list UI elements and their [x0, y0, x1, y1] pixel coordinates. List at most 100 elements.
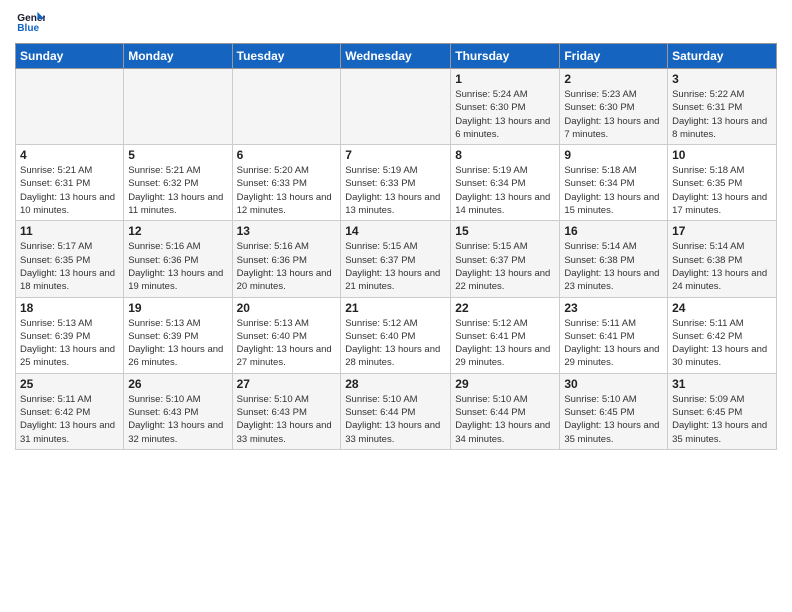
day-number: 19 [128, 301, 227, 315]
day-info: Sunrise: 5:20 AM Sunset: 6:33 PM Dayligh… [237, 164, 337, 217]
header: General Blue [15, 10, 777, 37]
calendar-header-friday: Friday [560, 44, 668, 69]
calendar-cell: 1 Sunrise: 5:24 AM Sunset: 6:30 PM Daylig… [451, 69, 560, 145]
calendar-header-saturday: Saturday [668, 44, 777, 69]
day-number: 5 [128, 148, 227, 162]
calendar-cell: 5 Sunrise: 5:21 AM Sunset: 6:32 PM Daylig… [124, 145, 232, 221]
calendar-cell: 12 Sunrise: 5:16 AM Sunset: 6:36 PM Dayli… [124, 221, 232, 297]
day-number: 8 [455, 148, 555, 162]
calendar-header-thursday: Thursday [451, 44, 560, 69]
day-number: 25 [20, 377, 119, 391]
day-info: Sunrise: 5:10 AM Sunset: 6:44 PM Dayligh… [455, 393, 555, 446]
logo-image: General Blue [15, 10, 45, 37]
calendar-cell: 30 Sunrise: 5:10 AM Sunset: 6:45 PM Dayli… [560, 373, 668, 449]
calendar-cell: 20Sunrise: 5:13 AM Sunset: 6:40 PM Dayli… [232, 297, 341, 373]
calendar-cell: 3 Sunrise: 5:22 AM Sunset: 6:31 PM Daylig… [668, 69, 777, 145]
day-info: Sunrise: 5:12 AM Sunset: 6:41 PM Dayligh… [455, 317, 555, 370]
day-number: 13 [237, 224, 337, 238]
day-number: 31 [672, 377, 772, 391]
calendar-header-sunday: Sunday [16, 44, 124, 69]
day-info: Sunrise: 5:17 AM Sunset: 6:35 PM Dayligh… [20, 240, 119, 293]
day-info: Sunrise: 5:10 AM Sunset: 6:43 PM Dayligh… [128, 393, 227, 446]
day-info: Sunrise: 5:18 AM Sunset: 6:35 PM Dayligh… [672, 164, 772, 217]
day-info: Sunrise: 5:24 AM Sunset: 6:30 PM Dayligh… [455, 88, 555, 141]
day-info: Sunrise: 5:19 AM Sunset: 6:34 PM Dayligh… [455, 164, 555, 217]
day-info: Sunrise: 5:21 AM Sunset: 6:32 PM Dayligh… [128, 164, 227, 217]
svg-text:Blue: Blue [17, 23, 39, 32]
calendar-cell: 7 Sunrise: 5:19 AM Sunset: 6:33 PM Daylig… [341, 145, 451, 221]
day-number: 23 [564, 301, 663, 315]
day-number: 24 [672, 301, 772, 315]
day-info: Sunrise: 5:14 AM Sunset: 6:38 PM Dayligh… [564, 240, 663, 293]
day-number: 1 [455, 72, 555, 86]
calendar-cell: 22 Sunrise: 5:12 AM Sunset: 6:41 PM Dayli… [451, 297, 560, 373]
calendar-cell: 11Sunrise: 5:17 AM Sunset: 6:35 PM Dayli… [16, 221, 124, 297]
calendar-cell [16, 69, 124, 145]
calendar-cell: 21Sunrise: 5:12 AM Sunset: 6:40 PM Dayli… [341, 297, 451, 373]
day-number: 6 [237, 148, 337, 162]
calendar-header-wednesday: Wednesday [341, 44, 451, 69]
day-info: Sunrise: 5:10 AM Sunset: 6:44 PM Dayligh… [345, 393, 446, 446]
calendar-cell: 16 Sunrise: 5:14 AM Sunset: 6:38 PM Dayli… [560, 221, 668, 297]
day-info: Sunrise: 5:15 AM Sunset: 6:37 PM Dayligh… [345, 240, 446, 293]
calendar-cell [124, 69, 232, 145]
calendar-cell: 27 Sunrise: 5:10 AM Sunset: 6:43 PM Dayli… [232, 373, 341, 449]
calendar-header-tuesday: Tuesday [232, 44, 341, 69]
day-number: 10 [672, 148, 772, 162]
day-number: 7 [345, 148, 446, 162]
day-info: Sunrise: 5:16 AM Sunset: 6:36 PM Dayligh… [128, 240, 227, 293]
calendar-cell: 14 Sunrise: 5:15 AM Sunset: 6:37 PM Dayli… [341, 221, 451, 297]
calendar-cell [341, 69, 451, 145]
day-number: 3 [672, 72, 772, 86]
day-number: 21 [345, 301, 446, 315]
day-info: Sunrise: 5:15 AM Sunset: 6:37 PM Dayligh… [455, 240, 555, 293]
day-info: Sunrise: 5:10 AM Sunset: 6:45 PM Dayligh… [564, 393, 663, 446]
calendar-cell: 28Sunrise: 5:10 AM Sunset: 6:44 PM Dayli… [341, 373, 451, 449]
day-info: Sunrise: 5:09 AM Sunset: 6:45 PM Dayligh… [672, 393, 772, 446]
calendar-week-row: 11Sunrise: 5:17 AM Sunset: 6:35 PM Dayli… [16, 221, 777, 297]
day-number: 20 [237, 301, 337, 315]
calendar-cell: 25 Sunrise: 5:11 AM Sunset: 6:42 PM Dayli… [16, 373, 124, 449]
day-number: 12 [128, 224, 227, 238]
day-number: 15 [455, 224, 555, 238]
calendar-cell: 24Sunrise: 5:11 AM Sunset: 6:42 PM Dayli… [668, 297, 777, 373]
day-info: Sunrise: 5:10 AM Sunset: 6:43 PM Dayligh… [237, 393, 337, 446]
day-info: Sunrise: 5:13 AM Sunset: 6:39 PM Dayligh… [20, 317, 119, 370]
calendar-week-row: 18 Sunrise: 5:13 AM Sunset: 6:39 PM Dayli… [16, 297, 777, 373]
day-info: Sunrise: 5:22 AM Sunset: 6:31 PM Dayligh… [672, 88, 772, 141]
calendar-table: SundayMondayTuesdayWednesdayThursdayFrid… [15, 43, 777, 450]
day-number: 4 [20, 148, 119, 162]
calendar-cell: 10 Sunrise: 5:18 AM Sunset: 6:35 PM Dayli… [668, 145, 777, 221]
calendar-cell: 31 Sunrise: 5:09 AM Sunset: 6:45 PM Dayli… [668, 373, 777, 449]
day-number: 9 [564, 148, 663, 162]
calendar-week-row: 25 Sunrise: 5:11 AM Sunset: 6:42 PM Dayli… [16, 373, 777, 449]
day-info: Sunrise: 5:11 AM Sunset: 6:42 PM Dayligh… [20, 393, 119, 446]
calendar-header-row: SundayMondayTuesdayWednesdayThursdayFrid… [16, 44, 777, 69]
day-number: 27 [237, 377, 337, 391]
day-info: Sunrise: 5:23 AM Sunset: 6:30 PM Dayligh… [564, 88, 663, 141]
calendar-cell: 29 Sunrise: 5:10 AM Sunset: 6:44 PM Dayli… [451, 373, 560, 449]
calendar-week-row: 4 Sunrise: 5:21 AM Sunset: 6:31 PM Daylig… [16, 145, 777, 221]
calendar-cell: 6 Sunrise: 5:20 AM Sunset: 6:33 PM Daylig… [232, 145, 341, 221]
day-info: Sunrise: 5:14 AM Sunset: 6:38 PM Dayligh… [672, 240, 772, 293]
day-info: Sunrise: 5:18 AM Sunset: 6:34 PM Dayligh… [564, 164, 663, 217]
day-number: 26 [128, 377, 227, 391]
day-info: Sunrise: 5:19 AM Sunset: 6:33 PM Dayligh… [345, 164, 446, 217]
day-number: 14 [345, 224, 446, 238]
calendar-cell: 8 Sunrise: 5:19 AM Sunset: 6:34 PM Daylig… [451, 145, 560, 221]
day-number: 18 [20, 301, 119, 315]
day-number: 17 [672, 224, 772, 238]
calendar-week-row: 1 Sunrise: 5:24 AM Sunset: 6:30 PM Daylig… [16, 69, 777, 145]
calendar-header-monday: Monday [124, 44, 232, 69]
logo: General Blue [15, 10, 45, 37]
calendar-cell: 2 Sunrise: 5:23 AM Sunset: 6:30 PM Daylig… [560, 69, 668, 145]
day-info: Sunrise: 5:16 AM Sunset: 6:36 PM Dayligh… [237, 240, 337, 293]
day-number: 29 [455, 377, 555, 391]
day-number: 22 [455, 301, 555, 315]
day-number: 2 [564, 72, 663, 86]
day-number: 16 [564, 224, 663, 238]
day-number: 30 [564, 377, 663, 391]
day-info: Sunrise: 5:21 AM Sunset: 6:31 PM Dayligh… [20, 164, 119, 217]
calendar-cell [232, 69, 341, 145]
calendar-cell: 19Sunrise: 5:13 AM Sunset: 6:39 PM Dayli… [124, 297, 232, 373]
